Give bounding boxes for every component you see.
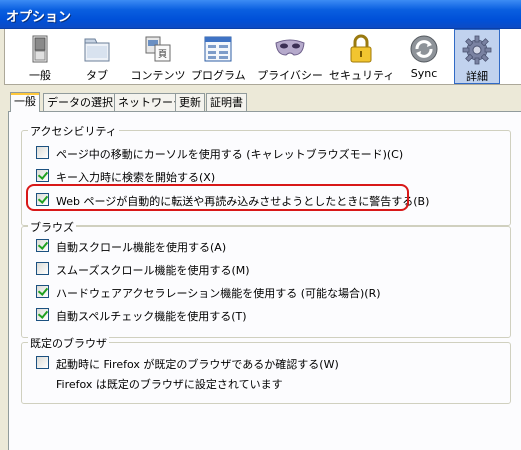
default-browser-legend: 既定のブラウザ [28, 335, 109, 351]
window-title: オプション [6, 10, 72, 25]
svg-text:頁: 頁 [158, 49, 167, 60]
tabs-icon [84, 38, 110, 62]
tab-label: 一般 [14, 95, 36, 108]
check-default-label: 起動時に Firefox が既定のブラウザであるか確認する(W) [56, 358, 339, 371]
caret-browsing-checkbox[interactable] [36, 146, 49, 159]
smooth-scroll-label: スムーズスクロール機能を使用する(M) [56, 264, 250, 277]
tab-label: 証明書 [210, 96, 243, 109]
mask-icon [275, 39, 305, 56]
spellcheck-checkbox[interactable] [36, 308, 49, 321]
toolbar-label: プログラム [191, 69, 246, 82]
toolbar-applications[interactable]: プログラム [191, 29, 246, 84]
tab-update[interactable]: 更新 [175, 93, 205, 111]
toolbar-label: 詳細 [466, 70, 488, 83]
browsing-legend: ブラウズ [28, 219, 76, 235]
tab-certificates[interactable]: 証明書 [206, 93, 247, 111]
default-browser-group: 既定のブラウザ 起動時に Firefox が既定のブラウザであるか確認する(W)… [21, 335, 511, 404]
autoscroll-checkbox[interactable] [36, 239, 49, 252]
title-bar: オプション [0, 0, 521, 29]
toolbar-label: セキュリティ [329, 69, 395, 82]
accessibility-group: アクセシビリティ ページ中の移動にカーソルを使用する (キャレットブラウズモード… [21, 123, 511, 226]
spellcheck-label: 自動スペルチェック機能を使用する(T) [56, 310, 247, 323]
default-browser-status: Firefox は既定のブラウザに設定されています [56, 378, 283, 391]
caret-browsing-label: ページ中の移動にカーソルを使用する (キャレットブラウズモード)(C) [56, 148, 404, 161]
toolbar-label: 一般 [29, 69, 51, 82]
autoscroll-label: 自動スクロール機能を使用する(A) [56, 241, 227, 254]
toolbar-general[interactable]: 一般 [17, 29, 63, 84]
toolbar-label: Sync [410, 67, 438, 80]
sync-icon [410, 35, 438, 63]
tab-general[interactable]: 一般 [10, 92, 40, 112]
toolbar-sync[interactable]: Sync [401, 29, 447, 84]
accessibility-legend: アクセシビリティ [28, 123, 119, 139]
preferences-toolbar: 一般 タブ 頁 コンテンツ プログラム プライバシー セキュリティ Sync 詳… [4, 29, 521, 85]
check-default-checkbox[interactable] [36, 356, 49, 369]
tab-data-choices[interactable]: データの選択 [43, 93, 117, 111]
tab-label: データの選択 [47, 96, 113, 109]
highlight-annotation [26, 184, 409, 211]
toolbar-tabs[interactable]: タブ [75, 29, 119, 84]
gear-icon [462, 35, 492, 65]
toolbar-content[interactable]: 頁 コンテンツ [127, 29, 189, 84]
padlock-icon [350, 34, 372, 63]
toolbar-label: コンテンツ [130, 69, 186, 82]
hardware-acceleration-label: ハードウェアアクセラレーション機能を使用する (可能な場合)(R) [56, 287, 381, 300]
toolbar-security[interactable]: セキュリティ [329, 29, 395, 84]
search-on-type-label: キー入力時に検索を開始する(X) [56, 171, 216, 184]
tab-panel-general: アクセシビリティ ページ中の移動にカーソルを使用する (キャレットブラウズモード… [8, 111, 521, 450]
switch-icon [32, 35, 48, 63]
smooth-scroll-checkbox[interactable] [36, 262, 49, 275]
applications-icon [204, 36, 232, 62]
toolbar-advanced[interactable]: 詳細 [454, 29, 500, 84]
toolbar-label: プライバシー [257, 69, 323, 82]
tab-label: 更新 [179, 96, 201, 109]
toolbar-privacy[interactable]: プライバシー [257, 29, 323, 84]
content-icon: 頁 [145, 36, 171, 62]
search-on-type-checkbox[interactable] [36, 169, 49, 182]
hardware-acceleration-checkbox[interactable] [36, 285, 49, 298]
toolbar-label: タブ [86, 69, 108, 82]
browsing-group: ブラウズ 自動スクロール機能を使用する(A) スムーズスクロール機能を使用する(… [21, 219, 511, 338]
